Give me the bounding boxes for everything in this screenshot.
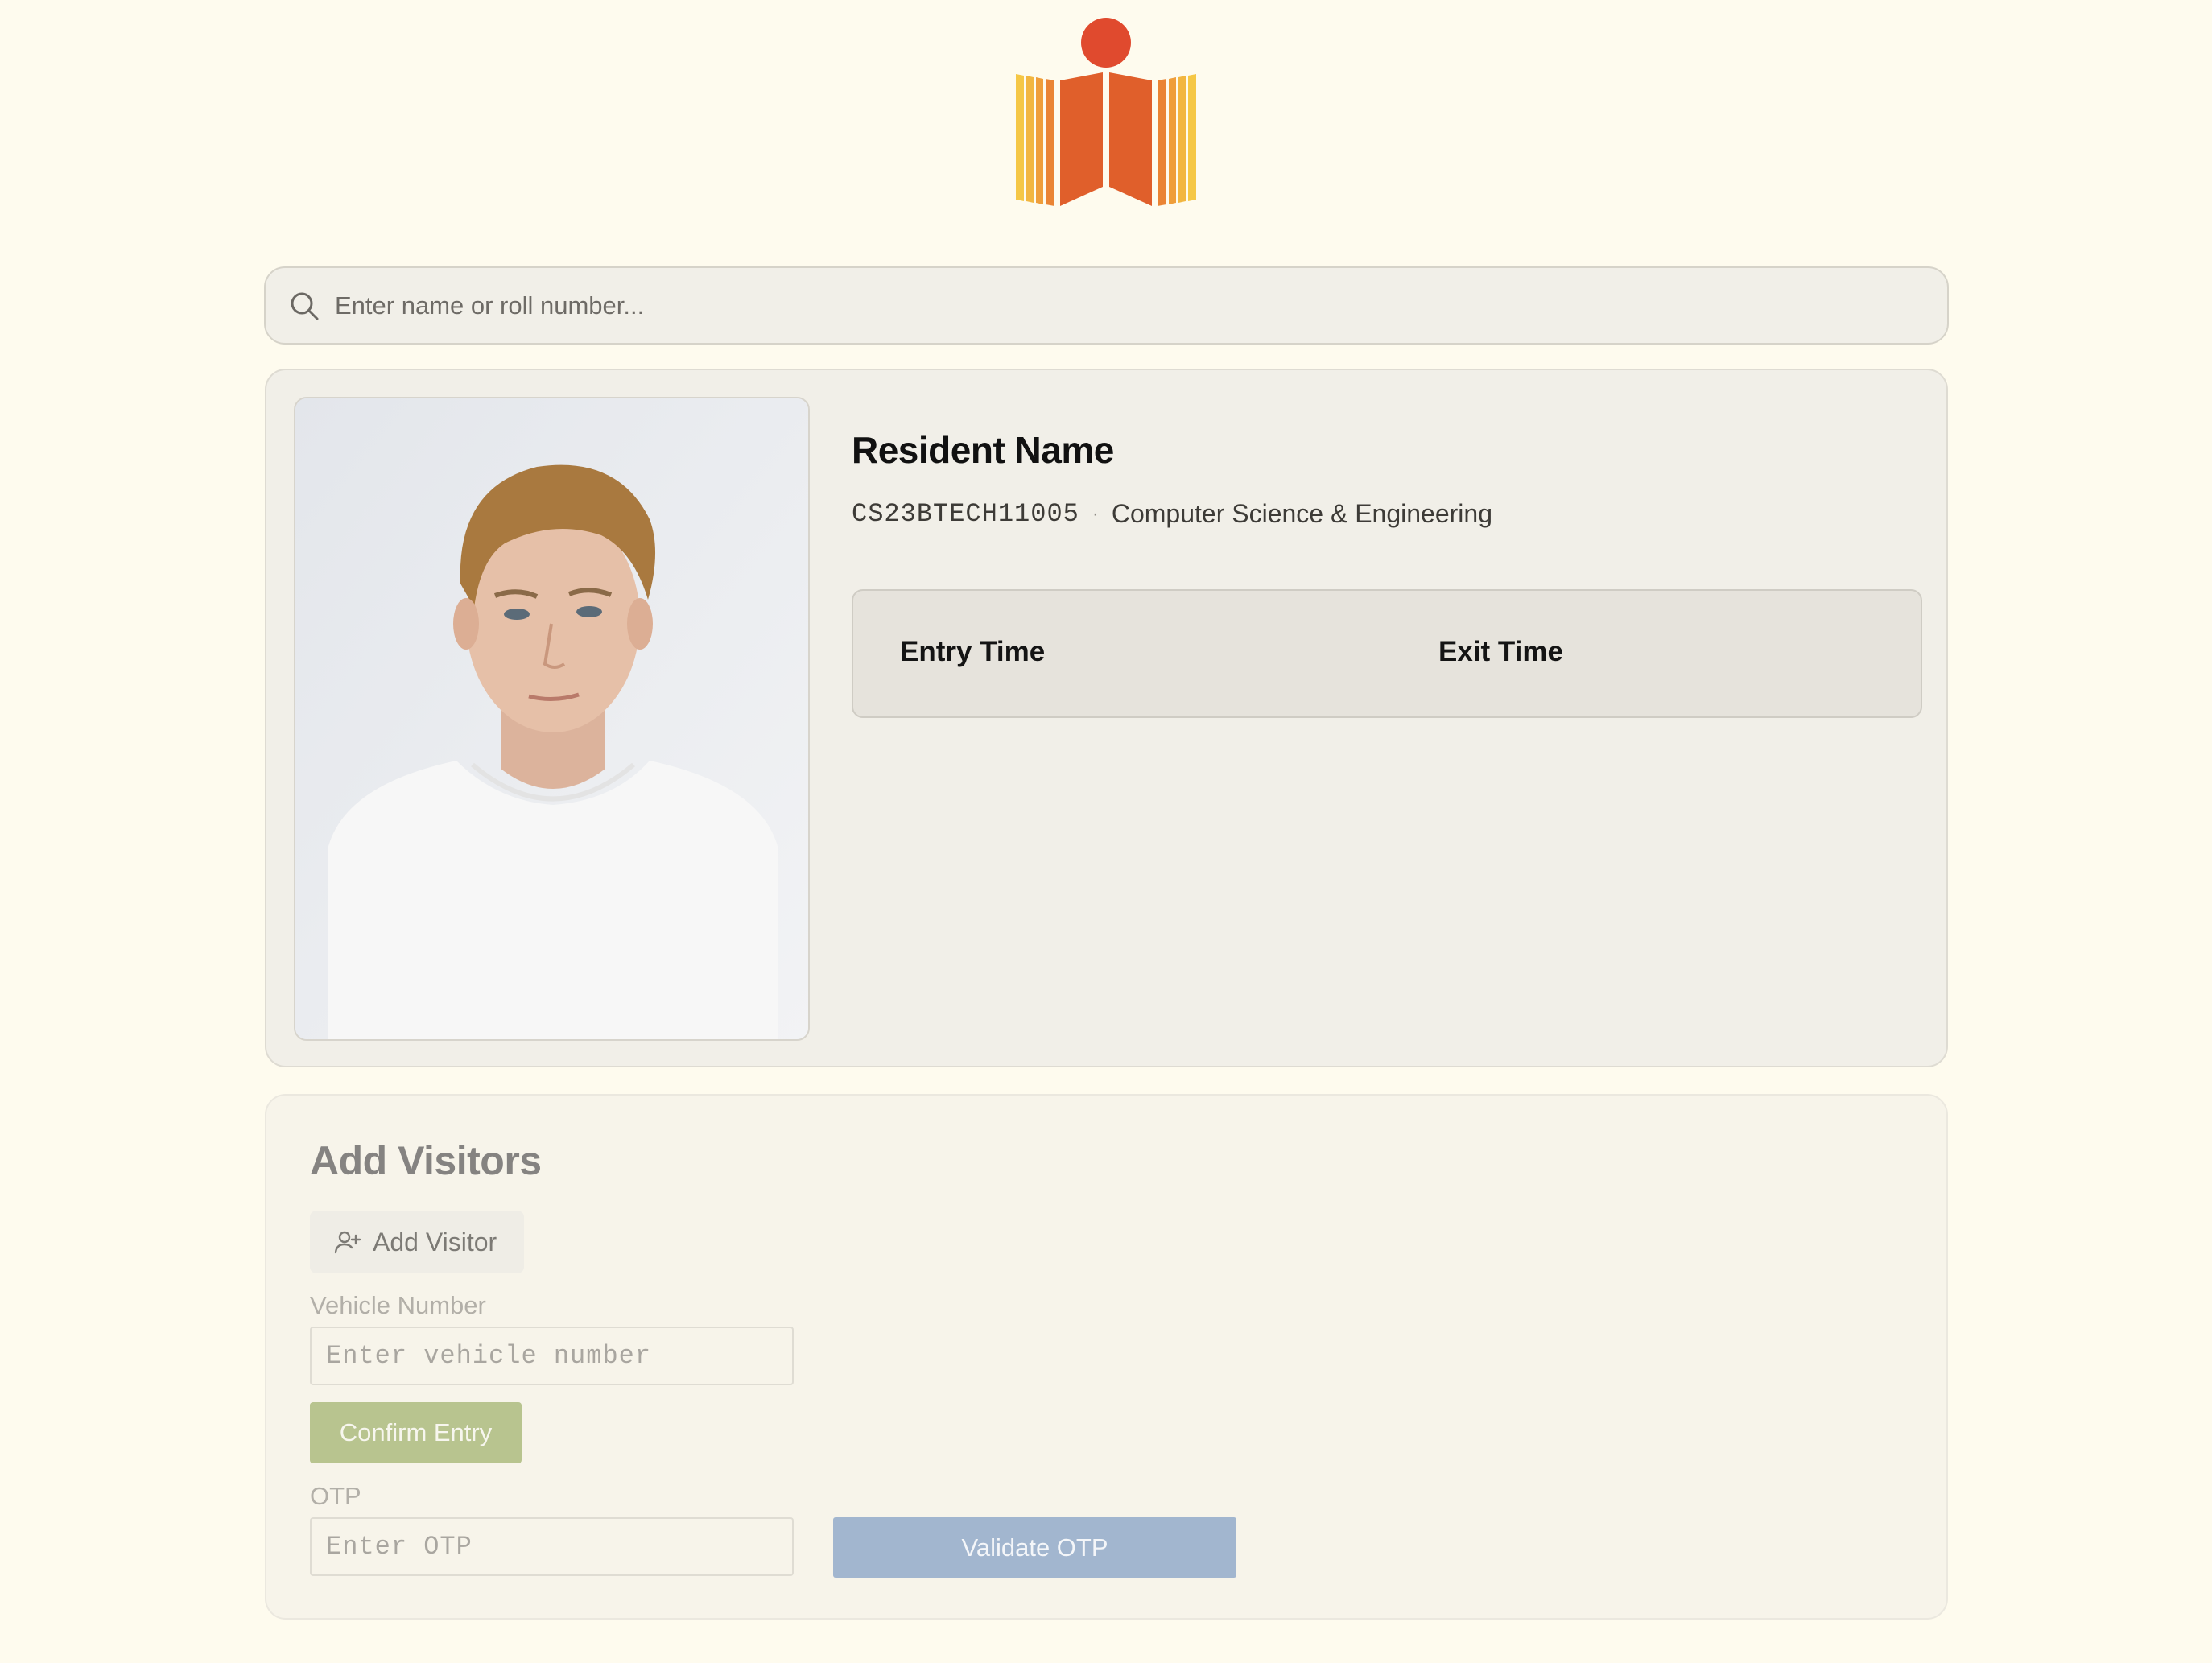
validate-otp-button[interactable]: Validate OTP bbox=[833, 1517, 1236, 1578]
confirm-entry-button[interactable]: Confirm Entry bbox=[310, 1402, 522, 1463]
entry-exit-times: Entry Time Exit Time bbox=[852, 589, 1922, 718]
entry-time-label: Entry Time bbox=[900, 636, 1046, 667]
resident-meta: CS23BTECH11005 · Computer Science & Engi… bbox=[852, 499, 1492, 529]
user-plus-icon bbox=[334, 1231, 361, 1254]
resident-name: Resident Name bbox=[852, 429, 1114, 471]
add-visitors-title: Add Visitors bbox=[310, 1138, 542, 1183]
otp-label: OTP bbox=[310, 1482, 361, 1510]
search-icon bbox=[291, 292, 319, 320]
roll-number: CS23BTECH11005 bbox=[852, 499, 1079, 529]
vehicle-number-label: Vehicle Number bbox=[310, 1291, 486, 1319]
otp-field[interactable] bbox=[310, 1517, 794, 1576]
institute-logo-icon bbox=[1016, 18, 1196, 206]
add-visitors-card: Add Visitors Add Visitor Vehicle Number … bbox=[265, 1094, 1948, 1620]
add-visitor-button[interactable]: Add Visitor bbox=[310, 1211, 524, 1273]
resident-photo bbox=[294, 397, 810, 1041]
department: Computer Science & Engineering bbox=[1111, 499, 1492, 528]
search-input[interactable] bbox=[333, 281, 1863, 330]
add-visitor-label: Add Visitor bbox=[373, 1227, 497, 1257]
search-bar[interactable] bbox=[264, 266, 1949, 345]
exit-time-label: Exit Time bbox=[1438, 636, 1563, 667]
resident-card: Resident Name CS23BTECH11005 · Computer … bbox=[265, 369, 1948, 1067]
meta-separator: · bbox=[1092, 502, 1099, 525]
vehicle-number-field[interactable] bbox=[310, 1327, 794, 1385]
